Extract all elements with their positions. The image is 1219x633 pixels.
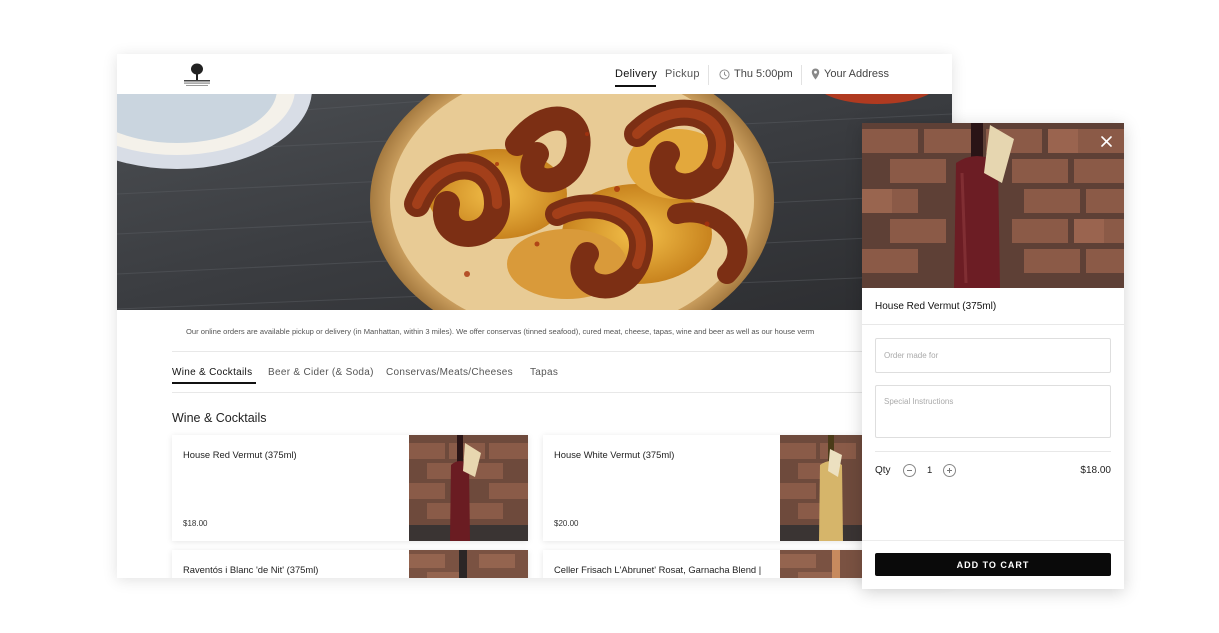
- hero-food-photo: [117, 94, 952, 310]
- tab-beer-cider[interactable]: Beer & Cider (& Soda): [268, 367, 374, 378]
- item-name: House Red Vermut (375ml): [183, 449, 297, 460]
- location-pin-icon: [811, 68, 820, 80]
- delivery-time-label: Thu 5:00pm: [734, 68, 793, 80]
- close-button[interactable]: [1096, 131, 1116, 151]
- item-price: $18.00: [183, 519, 208, 528]
- top-nav: Delivery Pickup Thu 5:00pm Your Address: [117, 54, 952, 94]
- item-detail-modal: House Red Vermut (375ml) Qty 1 $18.00 AD…: [862, 123, 1124, 589]
- menu-item-card[interactable]: Celler Frisach L'Abrunet' Rosat, Garnach…: [543, 550, 899, 578]
- restaurant-site: Delivery Pickup Thu 5:00pm Your Address: [117, 54, 952, 578]
- menu-item-card[interactable]: House Red Vermut (375ml) $18.00: [172, 435, 528, 541]
- section-title: Wine & Cocktails: [172, 411, 267, 425]
- tree-logo-icon[interactable]: [181, 61, 213, 89]
- divider: [172, 392, 952, 393]
- divider: [862, 540, 1124, 541]
- menu-item-card[interactable]: Raventós i Blanc 'de Nit' (375ml): [172, 550, 528, 578]
- qty-decrease-button[interactable]: [903, 464, 916, 477]
- tab-tapas[interactable]: Tapas: [530, 367, 558, 378]
- raventos-bottle-photo: [409, 550, 528, 578]
- tab-wine-cocktails[interactable]: Wine & Cocktails: [172, 367, 252, 378]
- order-made-for-input[interactable]: [875, 338, 1111, 373]
- add-to-cart-button[interactable]: ADD TO CART: [875, 553, 1111, 576]
- modal-item-title: House Red Vermut (375ml): [875, 301, 997, 312]
- menu-item-card[interactable]: House White Vermut (375ml) $20.00: [543, 435, 899, 541]
- item-name: Celler Frisach L'Abrunet' Rosat, Garnach…: [554, 564, 762, 575]
- tab-conservas-meats-cheeses[interactable]: Conservas/Meats/Cheeses: [386, 367, 513, 378]
- active-category-underline: [172, 382, 256, 384]
- plus-icon: [947, 468, 952, 473]
- intro-text: Our online orders are available pickup o…: [186, 327, 815, 336]
- active-tab-underline: [615, 85, 656, 87]
- clock-icon: [719, 68, 730, 80]
- qty-label: Qty: [875, 465, 891, 476]
- special-instructions-input[interactable]: [875, 385, 1111, 438]
- close-icon: [1100, 135, 1112, 147]
- qty-increase-button[interactable]: [943, 464, 956, 477]
- item-total-price: $18.00: [1080, 465, 1111, 476]
- qty-value: 1: [927, 465, 933, 476]
- nav-divider: [801, 65, 802, 85]
- item-name: Raventós i Blanc 'de Nit' (375ml): [183, 564, 319, 575]
- item-price: $20.00: [554, 519, 579, 528]
- nav-divider: [708, 65, 709, 85]
- address-selector[interactable]: Your Address: [811, 68, 889, 80]
- divider: [862, 324, 1124, 325]
- address-label: Your Address: [824, 68, 890, 80]
- divider: [875, 451, 1111, 452]
- tab-delivery[interactable]: Delivery: [615, 68, 657, 80]
- minus-icon: [907, 470, 912, 471]
- red-vermut-bottle-photo-large: [862, 123, 1124, 288]
- divider: [172, 351, 952, 352]
- delivery-time-selector[interactable]: Thu 5:00pm: [719, 68, 793, 80]
- item-name: House White Vermut (375ml): [554, 449, 675, 460]
- red-vermut-bottle-photo: [409, 435, 528, 541]
- tab-pickup[interactable]: Pickup: [665, 68, 700, 80]
